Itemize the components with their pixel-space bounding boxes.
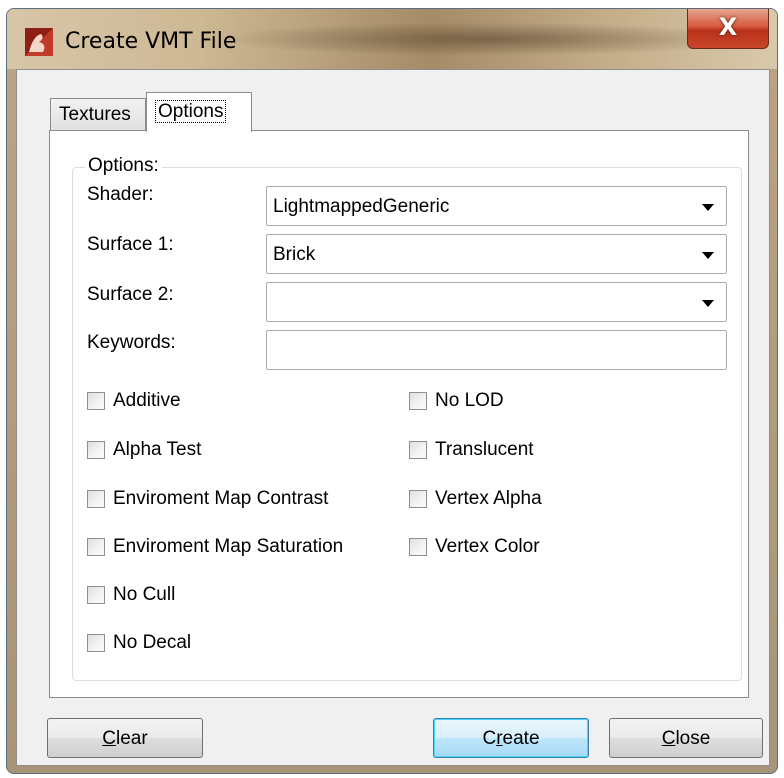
close-button[interactable]: Close bbox=[609, 718, 763, 758]
checkbox-no-lod[interactable]: No LOD bbox=[409, 390, 504, 412]
options-groupbox: Options: Shader: LightmappedGeneric Surf… bbox=[72, 155, 742, 681]
checkbox-label: No LOD bbox=[435, 390, 504, 411]
surface1-label: Surface 1: bbox=[87, 234, 174, 255]
checkbox-box bbox=[409, 441, 427, 459]
create-label-rest: eate bbox=[502, 728, 540, 749]
shader-label: Shader: bbox=[87, 184, 154, 205]
checkbox-box bbox=[409, 490, 427, 508]
checkbox-label: Translucent bbox=[435, 439, 534, 460]
checkbox-translucent[interactable]: Translucent bbox=[409, 439, 534, 461]
checkbox-box bbox=[87, 586, 105, 604]
checkbox-label: Alpha Test bbox=[113, 439, 202, 460]
options-tab-page: Options: Shader: LightmappedGeneric Surf… bbox=[49, 130, 749, 698]
close-label-rest: lose bbox=[675, 728, 711, 749]
checkbox-label: Additive bbox=[113, 390, 181, 411]
surface1-dropdown[interactable]: Brick bbox=[266, 234, 727, 274]
checkbox-box bbox=[87, 538, 105, 556]
checkbox-label: Enviroment Map Contrast bbox=[113, 488, 329, 509]
surface2-dropdown[interactable] bbox=[266, 282, 727, 322]
title-bar[interactable]: Create VMT File X bbox=[7, 9, 777, 69]
checkbox-env-map-saturation[interactable]: Enviroment Map Saturation bbox=[87, 536, 343, 558]
close-icon: X bbox=[718, 13, 738, 41]
create-label-prefix: C bbox=[482, 728, 497, 749]
checkbox-box bbox=[87, 441, 105, 459]
checkbox-alpha-test[interactable]: Alpha Test bbox=[87, 439, 201, 461]
shader-dropdown[interactable]: LightmappedGeneric bbox=[266, 186, 727, 226]
tab-options[interactable]: Options bbox=[146, 92, 252, 132]
checkbox-env-map-contrast[interactable]: Enviroment Map Contrast bbox=[87, 488, 328, 510]
keywords-label: Keywords: bbox=[87, 332, 176, 353]
dialog-window: Create VMT File X Textures Options Optio… bbox=[6, 8, 778, 774]
create-button[interactable]: Create bbox=[433, 718, 589, 758]
checkbox-box bbox=[409, 538, 427, 556]
tab-textures[interactable]: Textures bbox=[50, 98, 146, 130]
tab-textures-label: Textures bbox=[59, 104, 131, 125]
clear-accel: C bbox=[102, 728, 117, 749]
surface2-label: Surface 2: bbox=[87, 284, 174, 305]
checkbox-additive[interactable]: Additive bbox=[87, 390, 181, 412]
checkbox-vertex-alpha[interactable]: Vertex Alpha bbox=[409, 488, 542, 510]
checkbox-label: No Cull bbox=[113, 584, 176, 605]
chevron-down-icon bbox=[702, 300, 714, 307]
close-accel: C bbox=[661, 728, 676, 749]
checkbox-vertex-color[interactable]: Vertex Color bbox=[409, 536, 540, 558]
chevron-down-icon bbox=[702, 204, 714, 211]
checkbox-box bbox=[87, 634, 105, 652]
clear-button[interactable]: Clear bbox=[47, 718, 203, 758]
checkbox-label: Vertex Color bbox=[435, 536, 540, 557]
checkbox-label: Vertex Alpha bbox=[435, 488, 542, 509]
window-title: Create VMT File bbox=[65, 29, 237, 54]
chevron-down-icon bbox=[702, 252, 714, 259]
checkbox-label: Enviroment Map Saturation bbox=[113, 536, 344, 557]
dialog-client-area: Textures Options Options: Shader: Lightm… bbox=[16, 69, 770, 766]
checkbox-box bbox=[409, 392, 427, 410]
tab-options-label: Options bbox=[155, 100, 227, 123]
keywords-input[interactable] bbox=[266, 330, 727, 370]
checkbox-box bbox=[87, 392, 105, 410]
checkbox-label: No Decal bbox=[113, 632, 192, 653]
shader-value: LightmappedGeneric bbox=[273, 196, 450, 217]
clear-label-rest: lear bbox=[116, 728, 148, 749]
surface1-value: Brick bbox=[273, 244, 316, 265]
checkbox-no-cull[interactable]: No Cull bbox=[87, 584, 175, 606]
options-group-label: Options: bbox=[85, 155, 162, 177]
checkbox-no-decal[interactable]: No Decal bbox=[87, 632, 191, 654]
close-window-button[interactable]: X bbox=[687, 9, 769, 49]
app-icon bbox=[25, 28, 53, 56]
checkbox-box bbox=[87, 490, 105, 508]
